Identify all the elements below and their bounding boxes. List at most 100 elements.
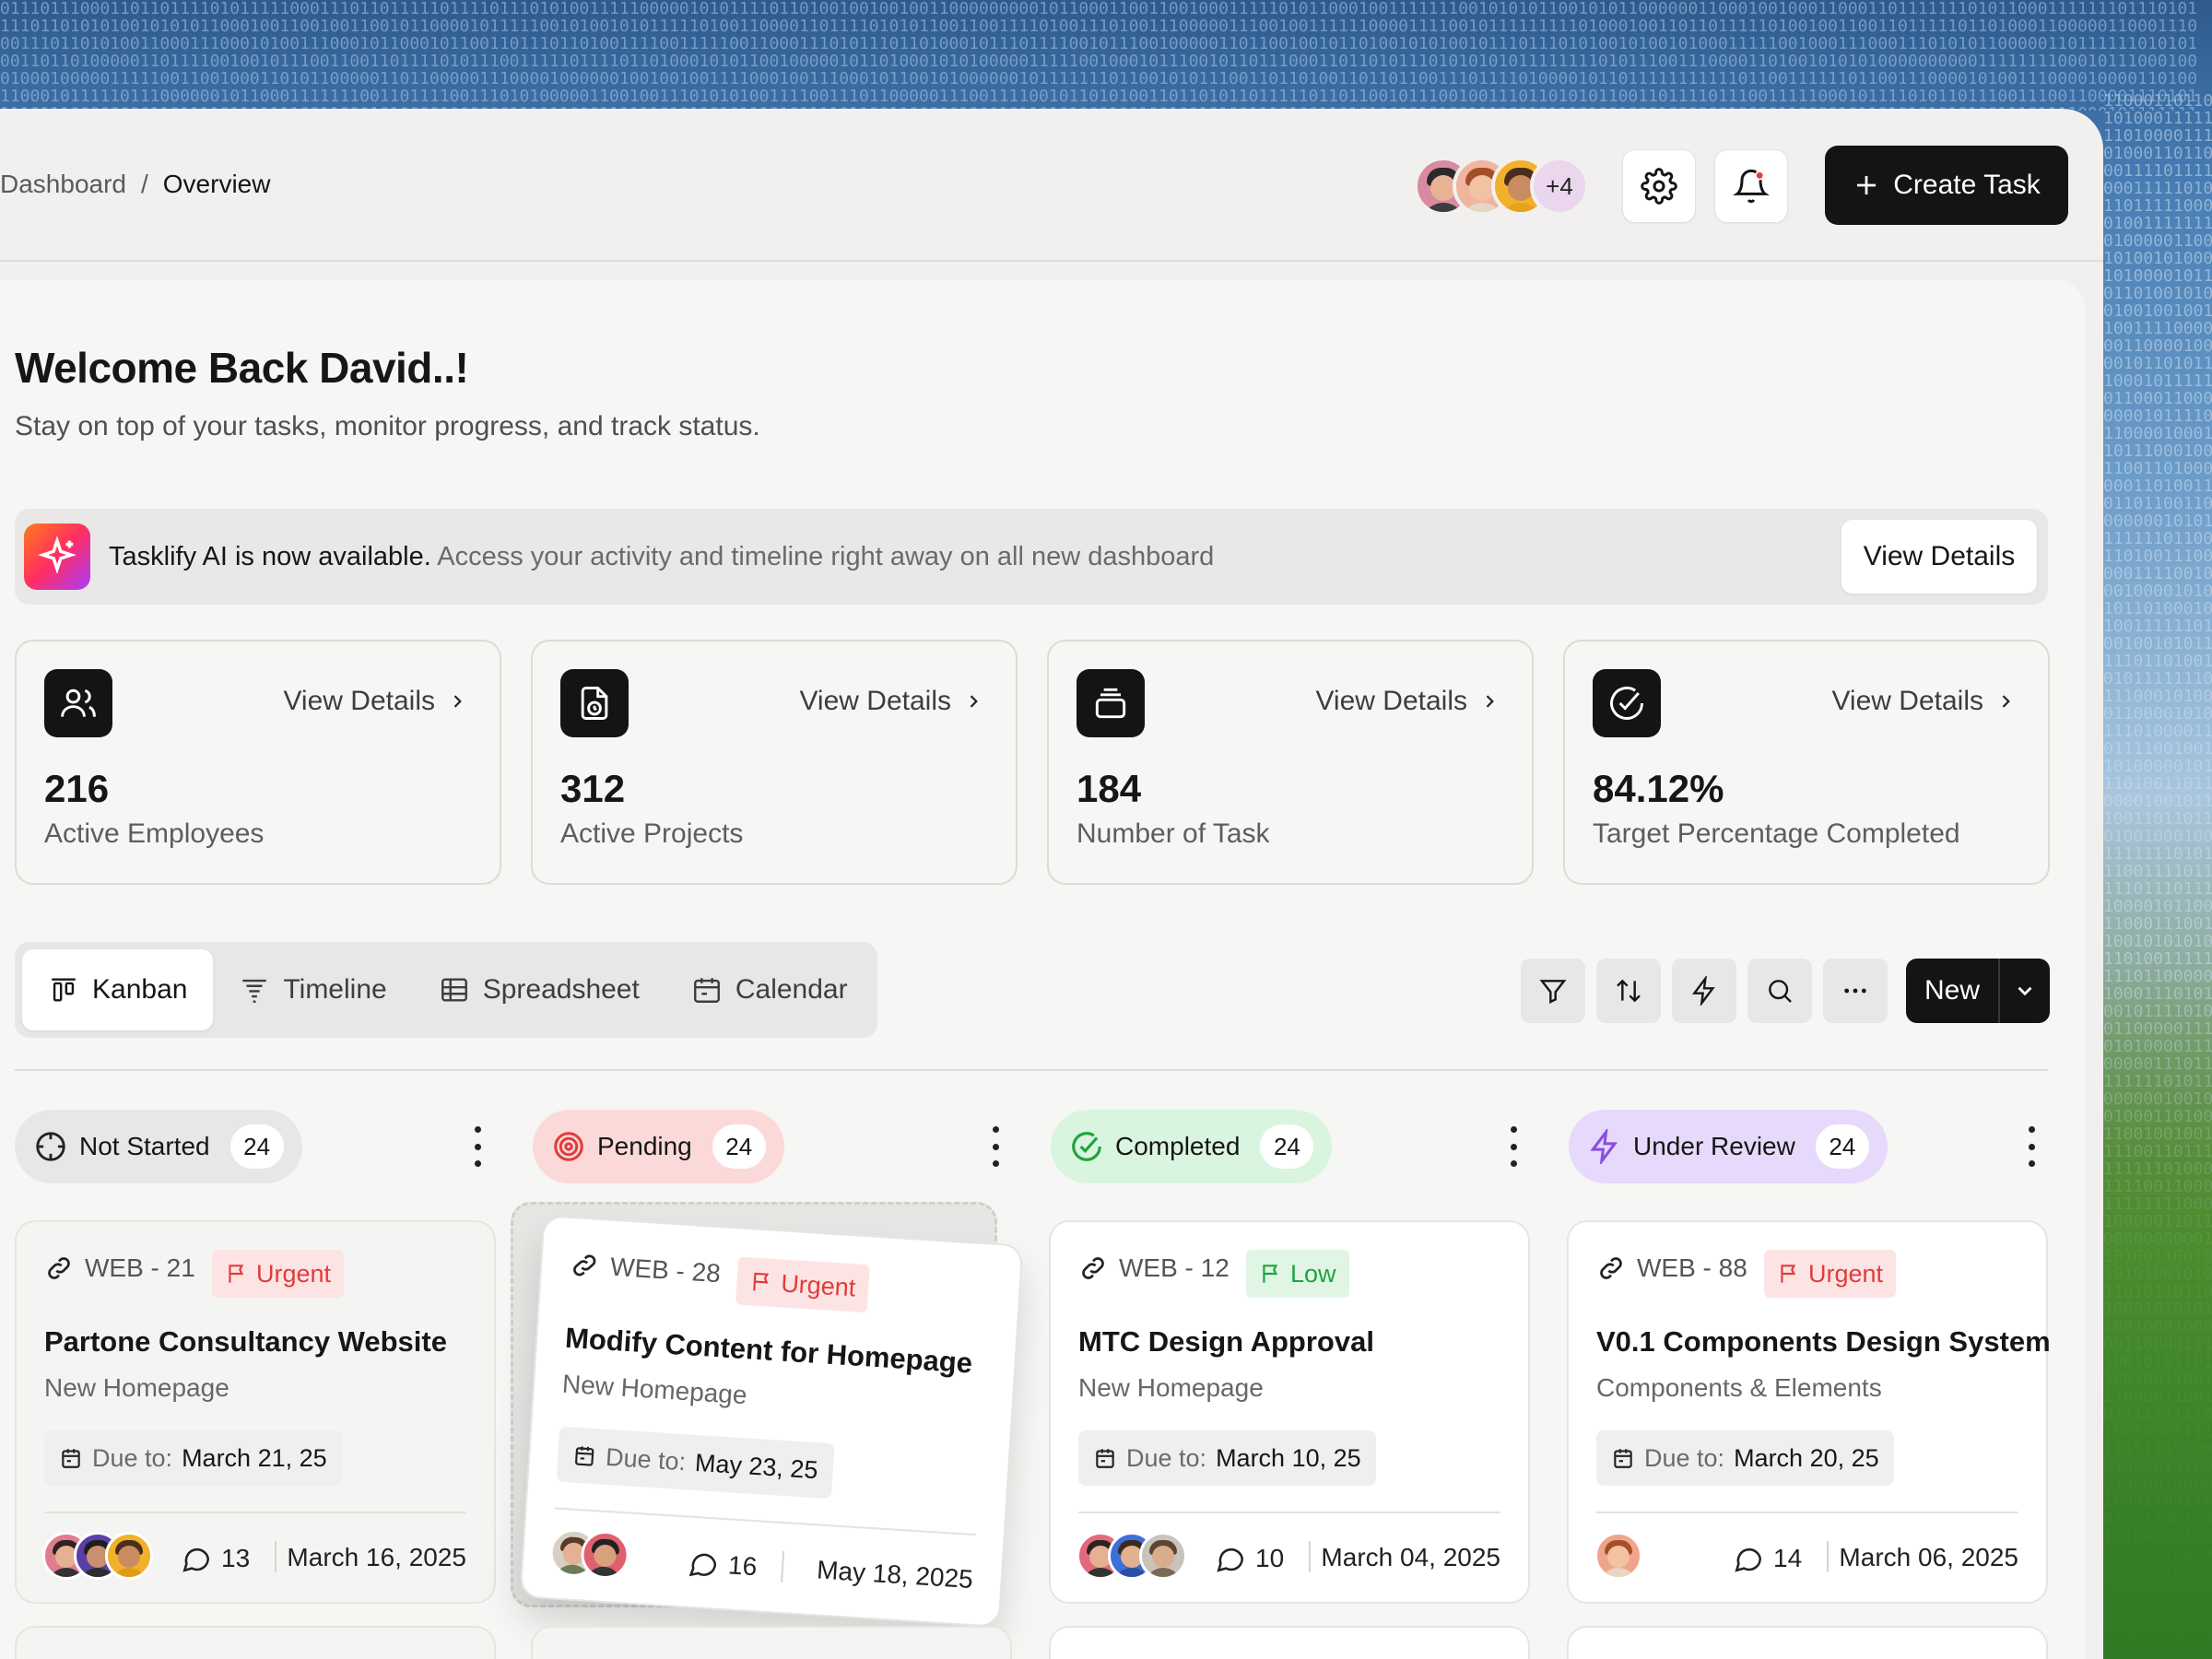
new-label[interactable]: New (1906, 975, 1998, 1006)
comment-count[interactable]: 14 (1733, 1543, 1802, 1574)
stat-view-details-link[interactable]: View Details (799, 686, 982, 717)
due-value: March 20, 25 (1734, 1444, 1879, 1473)
flag-icon (749, 1269, 775, 1295)
column-menu-button[interactable] (986, 1126, 1005, 1167)
chevron-right-icon (1480, 692, 1499, 711)
task-card-dragging[interactable]: WEB - 28 Urgent Modify Content for Homep… (519, 1215, 1023, 1628)
ai-announcement-banner: Tasklify AI is now available. Access you… (15, 509, 2048, 605)
due-date: Due to: March 10, 25 (1078, 1430, 1376, 1486)
tab-label: Spreadsheet (483, 974, 640, 1006)
create-task-button[interactable]: Create Task (1825, 146, 2068, 225)
task-card-peek[interactable] (1567, 1626, 2048, 1659)
column-title: Pending (597, 1132, 692, 1161)
task-title: V0.1 Components Design System (1596, 1325, 2051, 1359)
task-card[interactable]: WEB - 88 Urgent V0.1 Components Design S… (1567, 1220, 2048, 1604)
stat-label: Active Employees (44, 818, 264, 850)
task-id-text: WEB - 28 (609, 1253, 722, 1288)
column-title: Not Started (79, 1132, 210, 1161)
task-card[interactable]: WEB - 21 Urgent Partone Consultancy Webs… (15, 1220, 496, 1604)
column-header-completed[interactable]: Completed 24 (1051, 1110, 1332, 1183)
breadcrumb-overview: Overview (163, 170, 271, 199)
comment-count-text: 16 (727, 1550, 758, 1582)
breadcrumb-dashboard[interactable]: Dashboard (0, 170, 126, 199)
notifications-button[interactable] (1714, 149, 1788, 223)
separator (1309, 1541, 1311, 1572)
search-icon (1765, 976, 1794, 1006)
tab-timeline[interactable]: Timeline (213, 949, 412, 1030)
team-avatars[interactable]: +4 (1414, 157, 1589, 216)
task-id: WEB - 21 (44, 1253, 195, 1283)
column-count: 24 (712, 1124, 766, 1169)
sort-button[interactable] (1596, 959, 1661, 1023)
stat-card-projects: View Details 312 Active Projects (531, 640, 1018, 885)
calendar-icon (59, 1446, 83, 1470)
separator (781, 1551, 784, 1583)
task-title: MTC Design Approval (1078, 1325, 1374, 1359)
task-id-text: WEB - 21 (85, 1253, 195, 1283)
task-subtitle: Components & Elements (1596, 1373, 1882, 1403)
task-card-peek[interactable] (531, 1626, 1012, 1659)
comment-count[interactable]: 13 (181, 1543, 250, 1574)
column-count: 24 (230, 1124, 284, 1169)
chevron-right-icon (964, 692, 982, 711)
settings-button[interactable] (1622, 149, 1696, 223)
task-card[interactable]: WEB - 12 Low MTC Design Approval New Hom… (1049, 1220, 1530, 1604)
assignees[interactable] (548, 1527, 630, 1580)
tab-kanban[interactable]: Kanban (22, 949, 213, 1030)
sparkle-icon (24, 524, 90, 590)
comment-count[interactable]: 10 (1215, 1543, 1284, 1574)
stat-view-details-link[interactable]: View Details (283, 686, 466, 717)
file-clock-icon (560, 669, 629, 737)
banner-view-details-button[interactable]: View Details (1841, 520, 2037, 594)
assignees[interactable] (42, 1532, 153, 1580)
tab-calendar[interactable]: Calendar (665, 949, 874, 1030)
new-item-button[interactable]: New (1906, 959, 2050, 1023)
task-subtitle: New Homepage (561, 1370, 747, 1411)
due-value: March 21, 25 (182, 1444, 327, 1473)
task-id-text: WEB - 88 (1637, 1253, 1747, 1283)
stat-value: 312 (560, 767, 625, 811)
task-id: WEB - 28 (569, 1250, 721, 1288)
tab-spreadsheet[interactable]: Spreadsheet (413, 949, 665, 1030)
task-card-peek[interactable] (15, 1626, 496, 1659)
card-divider (1596, 1512, 2018, 1513)
due-label: Due to: (92, 1444, 172, 1473)
table-icon (439, 974, 470, 1006)
column-header-not-started[interactable]: Not Started 24 (15, 1110, 302, 1183)
new-dropdown-toggle[interactable] (2000, 979, 2050, 1003)
search-button[interactable] (1747, 959, 1812, 1023)
avatar-overflow-count[interactable]: +4 (1530, 157, 1589, 216)
stat-link-label: View Details (283, 686, 435, 717)
column-header-pending[interactable]: Pending 24 (533, 1110, 784, 1183)
task-card-peek[interactable] (1049, 1626, 1530, 1659)
filter-button[interactable] (1521, 959, 1585, 1023)
column-title: Completed (1115, 1132, 1240, 1161)
comment-icon (1215, 1543, 1246, 1574)
stat-view-details-link[interactable]: View Details (1315, 686, 1499, 717)
due-date: Due to: March 20, 25 (1596, 1430, 1894, 1486)
comment-icon (181, 1543, 212, 1574)
calendar-icon (1611, 1446, 1635, 1470)
breadcrumb-separator: / (141, 170, 148, 199)
column-header-under-review[interactable]: Under Review 24 (1569, 1110, 1888, 1183)
stat-link-label: View Details (1831, 686, 1983, 717)
stat-card-target: View Details 84.12% Target Percentage Co… (1563, 640, 2050, 885)
assignees[interactable] (1594, 1532, 1642, 1580)
assignees[interactable] (1077, 1532, 1187, 1580)
comment-count[interactable]: 16 (687, 1547, 758, 1583)
column-menu-button[interactable] (468, 1126, 487, 1167)
task-subtitle: New Homepage (1078, 1373, 1264, 1403)
tab-label: Calendar (735, 974, 848, 1006)
column-menu-button[interactable] (2022, 1126, 2041, 1167)
breadcrumb: Dashboard / Overview (0, 170, 270, 199)
due-label: Due to: (605, 1442, 687, 1476)
column-menu-button[interactable] (1504, 1126, 1523, 1167)
banner-description: Access your activity and timeline right … (431, 542, 1215, 571)
more-options-button[interactable] (1823, 959, 1888, 1023)
automation-button[interactable] (1672, 959, 1736, 1023)
due-value: May 23, 25 (694, 1448, 818, 1484)
stat-value: 184 (1077, 767, 1141, 811)
due-label: Due to: (1644, 1444, 1724, 1473)
stat-view-details-link[interactable]: View Details (1831, 686, 2015, 717)
priority-label: Urgent (1808, 1260, 1883, 1288)
